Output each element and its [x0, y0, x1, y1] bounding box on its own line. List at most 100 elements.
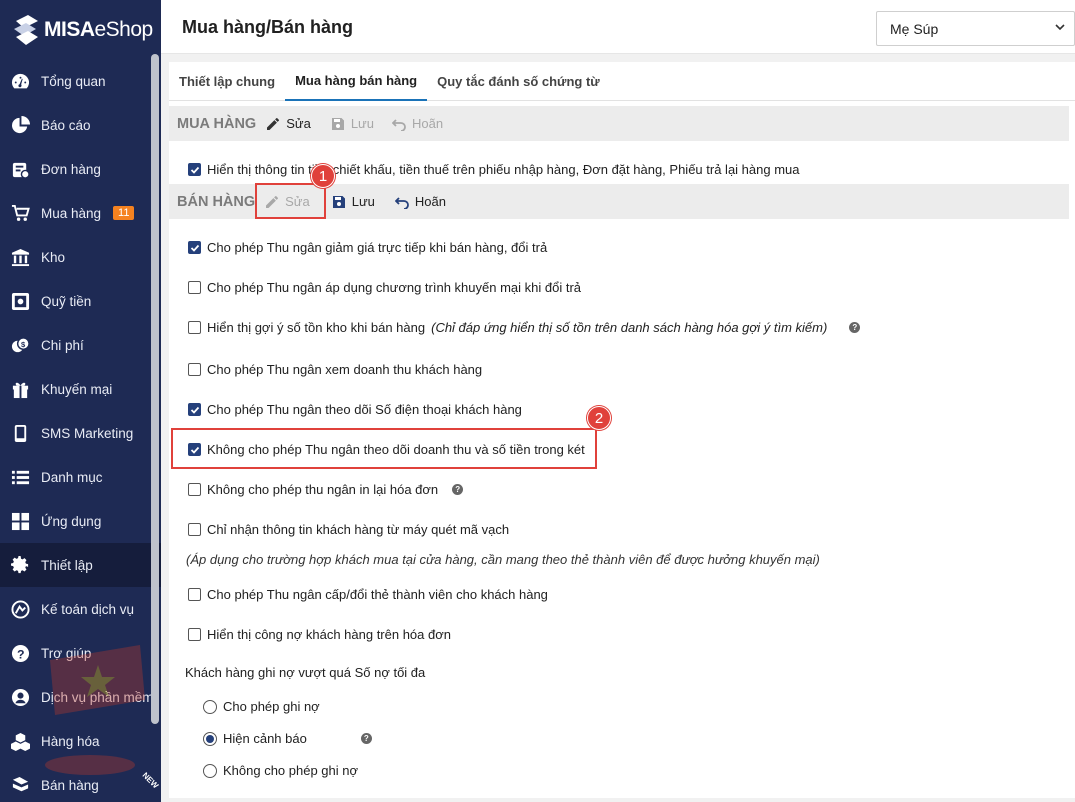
sidebar-item-label: Mua hàng	[41, 205, 102, 221]
tab-numbering-rules[interactable]: Quy tắc đánh số chứng từ	[427, 62, 610, 100]
checkbox-unchecked[interactable]	[188, 363, 201, 376]
sales-undo-button[interactable]: Hoãn	[394, 194, 446, 209]
purchase-section-bar: MUA HÀNG Sửa Lưu Hoãn	[169, 106, 1069, 141]
sidebar-item-label: Báo cáo	[41, 117, 91, 133]
checkbox-unchecked[interactable]	[188, 588, 201, 601]
checkbox-unchecked[interactable]	[188, 523, 201, 536]
radio-unchecked[interactable]	[203, 699, 217, 714]
boxes-icon	[10, 731, 31, 752]
save-icon	[332, 195, 345, 208]
option-label: Cho phép Thu ngân áp dụng chương trình k…	[207, 280, 582, 295]
misa-logo-icon	[14, 14, 38, 45]
sidebar-nav: Tổng quan Báo cáo Đơn hàng Mua hàng 11 K…	[0, 59, 161, 802]
sidebar-item-label: Trợ giúp	[41, 645, 92, 661]
sales-option-9[interactable]: Cho phép Thu ngân cấp/đổi thẻ thành viên…	[188, 587, 548, 602]
sales-option-4[interactable]: Cho phép Thu ngân xem doanh thu khách hà…	[188, 362, 482, 377]
debt-option-allow[interactable]: Cho phép ghi nợ	[203, 699, 320, 714]
sidebar-item-label: Thiết lập	[41, 557, 93, 573]
undo-icon	[394, 196, 409, 209]
sidebar-item-label: Đơn hàng	[41, 161, 101, 177]
sidebar-item-label: SMS Marketing	[41, 425, 134, 441]
sidebar-item-label: Kế toán dịch vụ	[41, 601, 135, 617]
tab-general[interactable]: Thiết lập chung	[169, 62, 285, 100]
tab-purchase-sales[interactable]: Mua hàng bán hàng	[285, 62, 428, 101]
sidebar-item-goods[interactable]: Hàng hóa	[0, 719, 161, 763]
step-marker-1: 1	[311, 164, 335, 188]
sidebar-item-overview[interactable]: Tổng quan	[0, 59, 161, 103]
checkbox-unchecked[interactable]	[188, 281, 201, 294]
option-label: Cho phép Thu ngân giảm giá trực tiếp khi…	[207, 240, 548, 255]
sidebar-item-label: Quỹ tiền	[41, 293, 92, 309]
sidebar-scrollbar[interactable]	[151, 54, 159, 724]
sidebar-item-orders[interactable]: Đơn hàng	[0, 147, 161, 191]
app-logo[interactable]: MISAeShop	[0, 0, 161, 59]
store-select-value: Mẹ Súp	[890, 20, 939, 37]
sidebar-item-warehouse[interactable]: Kho	[0, 235, 161, 279]
sales-option-3[interactable]: Hiển thị gợi ý số tồn kho khi bán hàng (…	[188, 320, 861, 335]
new-tag: NEW	[129, 770, 161, 802]
list-icon	[10, 467, 31, 488]
checkbox-unchecked[interactable]	[188, 483, 201, 496]
checkbox-unchecked[interactable]	[188, 321, 201, 334]
apps-icon	[10, 511, 31, 532]
option-label: Không cho phép thu ngân in lại hóa đơn	[207, 482, 439, 497]
page-header: Mua hàng/Bán hàng Mẹ Súp	[161, 0, 1075, 54]
purchase-edit-button[interactable]: Sửa	[266, 116, 311, 131]
radio-checked[interactable]	[203, 731, 217, 746]
radio-unchecked[interactable]	[203, 763, 217, 778]
barcode-note: (Áp dụng cho trường hợp khách mua tại cử…	[186, 552, 820, 567]
debt-option-warn[interactable]: Hiện cảnh báo ?	[203, 731, 372, 746]
undo-icon	[392, 118, 406, 131]
sales-option-1[interactable]: Cho phép Thu ngân giảm giá trực tiếp khi…	[188, 240, 547, 255]
cart-icon	[10, 203, 31, 224]
option-label: Chỉ nhận thông tin khách hàng từ máy qué…	[207, 522, 510, 537]
sidebar-item-label: Hàng hóa	[41, 733, 100, 749]
purchase-option[interactable]: Hiển thị thông tin tiền chiết khấu, tiền…	[188, 162, 800, 177]
checkbox-checked[interactable]	[188, 403, 201, 416]
logo-text: MISAeShop	[44, 17, 153, 41]
sales-option-2[interactable]: Cho phép Thu ngân áp dụng chương trình k…	[188, 280, 581, 295]
sales-option-5[interactable]: Cho phép Thu ngân theo dõi Số điện thoại…	[188, 402, 522, 417]
sidebar-item-reports[interactable]: Báo cáo	[0, 103, 161, 147]
sidebar-item-help[interactable]: ? Trợ giúp	[0, 631, 161, 675]
sales-section-title: BÁN HÀNG	[177, 193, 256, 210]
sidebar-item-software-services[interactable]: Dịch vụ phần mềm	[0, 675, 161, 719]
highlight-edit-button	[255, 183, 326, 219]
sidebar-item-label: Dịch vụ phần mềm	[41, 689, 154, 705]
sidebar-item-catalog[interactable]: Danh mục	[0, 455, 161, 499]
option-label: Hiển thị gợi ý số tồn kho khi bán hàng	[207, 320, 426, 335]
sales-option-7[interactable]: Không cho phép thu ngân in lại hóa đơn ?	[188, 482, 464, 497]
money-icon: $	[10, 335, 31, 356]
sidebar-item-promotions[interactable]: Khuyến mại	[0, 367, 161, 411]
checkbox-checked[interactable]	[188, 163, 201, 176]
debt-limit-label: Khách hàng ghi nợ vượt quá Số nợ tối đa	[185, 665, 426, 680]
sales-option-8[interactable]: Chỉ nhận thông tin khách hàng từ máy qué…	[188, 522, 509, 537]
help-icon[interactable]: ?	[360, 733, 372, 744]
purchase-undo-button[interactable]: Hoãn	[392, 116, 443, 131]
sales-save-button[interactable]: Lưu	[332, 194, 375, 209]
debt-option-deny[interactable]: Không cho phép ghi nợ	[203, 763, 358, 778]
help-icon: ?	[10, 643, 31, 664]
chevron-down-icon	[1055, 24, 1065, 31]
sidebar-item-expenses[interactable]: $ Chi phí	[0, 323, 161, 367]
page-title: Mua hàng/Bán hàng	[182, 17, 353, 37]
checkbox-checked[interactable]	[188, 241, 201, 254]
sales-icon	[10, 775, 31, 796]
purchase-save-button[interactable]: Lưu	[331, 116, 374, 131]
option-label: Cho phép Thu ngân xem doanh thu khách hà…	[207, 362, 483, 377]
help-icon[interactable]: ?	[849, 322, 861, 333]
checkbox-unchecked[interactable]	[188, 628, 201, 641]
sidebar-item-label: Ứng dụng	[41, 513, 102, 529]
store-select[interactable]: Mẹ Súp	[876, 11, 1075, 46]
option-label: Hiển thị công nợ khách hàng trên hóa đơn	[207, 627, 451, 642]
help-icon[interactable]: ?	[452, 484, 464, 495]
sidebar-item-apps[interactable]: Ứng dụng	[0, 499, 161, 543]
sidebar-item-accounting[interactable]: Kế toán dịch vụ	[0, 587, 161, 631]
sidebar-item-purchase[interactable]: Mua hàng 11	[0, 191, 161, 235]
sales-option-10[interactable]: Hiển thị công nợ khách hàng trên hóa đơn	[188, 627, 451, 642]
option-label: Cho phép Thu ngân cấp/đổi thẻ thành viên…	[207, 587, 548, 602]
sidebar-item-settings[interactable]: Thiết lập	[0, 543, 161, 587]
sidebar-item-sms[interactable]: SMS Marketing	[0, 411, 161, 455]
radio-label: Không cho phép ghi nợ	[223, 763, 359, 778]
sidebar-item-cash[interactable]: Quỹ tiền	[0, 279, 161, 323]
